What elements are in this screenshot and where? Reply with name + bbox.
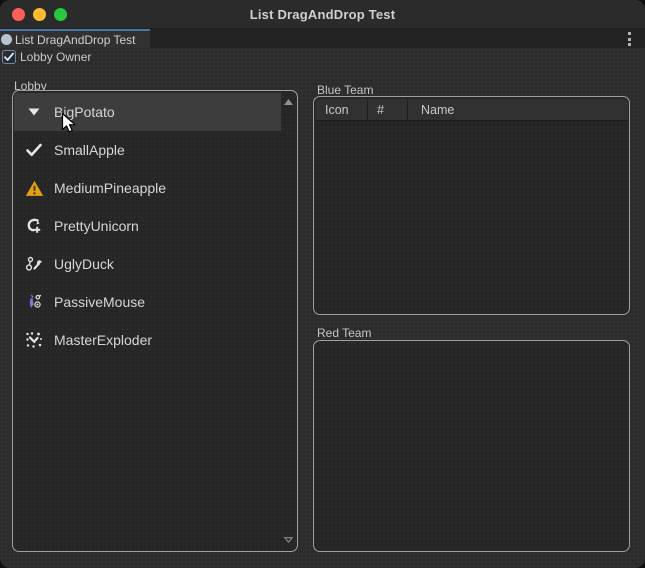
scroll-down-icon[interactable] bbox=[281, 533, 296, 547]
list-item[interactable]: PrettyUnicorn bbox=[14, 207, 281, 245]
window-title: List DragAndDrop Test bbox=[250, 7, 396, 22]
list-item-label: UglyDuck bbox=[54, 256, 114, 272]
list-item-label: PrettyUnicorn bbox=[54, 218, 139, 234]
list-item[interactable]: SmallApple bbox=[14, 131, 281, 169]
warning-icon bbox=[24, 178, 44, 198]
tab-list-draganddrop-test[interactable]: List DragAndDrop Test bbox=[0, 29, 150, 48]
titlebar: List DragAndDrop Test bbox=[0, 0, 645, 29]
app-window: List DragAndDrop Test List DragAndDrop T… bbox=[0, 0, 645, 568]
minimize-button[interactable] bbox=[33, 8, 46, 21]
tab-label: List DragAndDrop Test bbox=[15, 33, 136, 47]
lobby-owner-row: Lobby Owner bbox=[2, 50, 91, 64]
list-item[interactable]: UglyDuck bbox=[14, 245, 281, 283]
traffic-lights bbox=[12, 8, 67, 21]
list-item-label: PassiveMouse bbox=[54, 294, 145, 310]
close-button[interactable] bbox=[12, 8, 25, 21]
blue-team-table-header: Icon # Name bbox=[315, 99, 628, 121]
lobby-owner-label: Lobby Owner bbox=[20, 50, 91, 64]
red-team-panel bbox=[313, 340, 630, 552]
scroll-up-icon[interactable] bbox=[281, 95, 296, 109]
lobby-owner-checkbox[interactable] bbox=[2, 50, 16, 64]
rig-wrench-icon bbox=[24, 254, 44, 274]
dropdown-triangle-icon bbox=[24, 102, 44, 122]
checkmark-icon bbox=[24, 140, 44, 160]
lobby-list: BigPotato SmallApple MediumPineapple bbox=[14, 93, 281, 359]
list-item[interactable]: MediumPineapple bbox=[14, 169, 281, 207]
list-item-label: MasterExploder bbox=[54, 332, 152, 348]
lobby-list-panel: BigPotato SmallApple MediumPineapple bbox=[12, 90, 298, 552]
kebab-menu-icon[interactable] bbox=[626, 32, 632, 46]
cursor-plus-icon bbox=[24, 216, 44, 236]
blue-team-label: Blue Team bbox=[317, 83, 373, 97]
list-item[interactable]: PassiveMouse bbox=[14, 283, 281, 321]
column-header-name[interactable]: Name bbox=[408, 99, 628, 121]
particles-icon bbox=[24, 330, 44, 350]
vertical-scrollbar[interactable] bbox=[281, 92, 296, 550]
blue-team-panel: Icon # Name bbox=[313, 96, 630, 315]
bone-joints-icon bbox=[24, 292, 44, 312]
red-team-label: Red Team bbox=[317, 326, 371, 340]
list-item[interactable]: BigPotato bbox=[14, 93, 281, 131]
column-header-icon[interactable]: Icon bbox=[315, 99, 367, 121]
checkmark-icon bbox=[3, 51, 15, 63]
list-item-label: BigPotato bbox=[54, 104, 115, 120]
column-header-number[interactable]: # bbox=[368, 99, 407, 121]
tab-window-icon bbox=[1, 34, 12, 45]
tab-bar: List DragAndDrop Test bbox=[0, 29, 645, 48]
list-item[interactable]: MasterExploder bbox=[14, 321, 281, 359]
list-item-label: MediumPineapple bbox=[54, 180, 166, 196]
list-item-label: SmallApple bbox=[54, 142, 125, 158]
zoom-button[interactable] bbox=[54, 8, 67, 21]
